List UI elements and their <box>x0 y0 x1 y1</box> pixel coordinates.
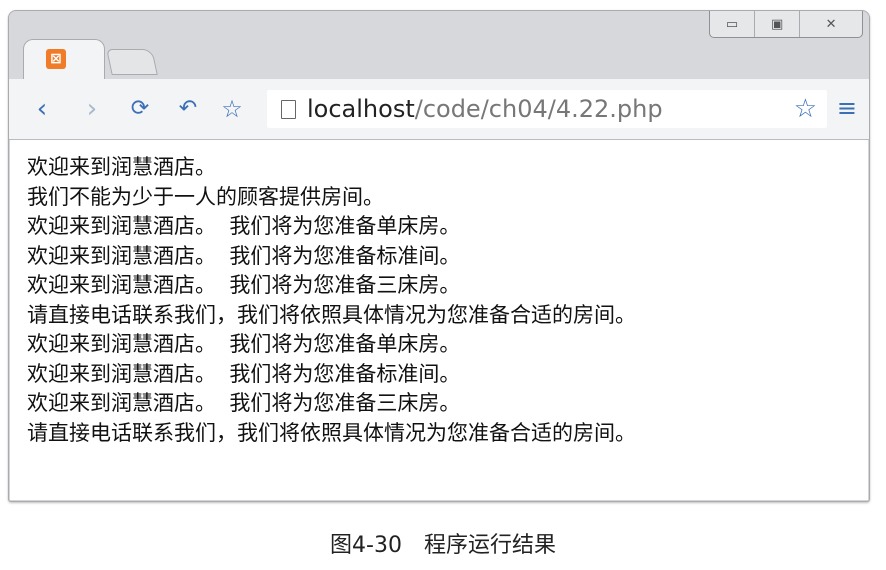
output-line: 请直接电话联系我们，我们将依照具体情况为您准备合适的房间。 <box>27 302 636 327</box>
address-bar[interactable]: localhost/code/ch04/4.22.php ☆ <box>267 90 827 128</box>
address-path: /code/ch04/4.22.php <box>414 95 663 123</box>
minimize-icon[interactable]: ▭ <box>710 11 756 37</box>
page-icon <box>281 100 296 119</box>
new-tab-button[interactable] <box>106 49 158 75</box>
address-host: localhost <box>307 95 415 123</box>
star-icon[interactable]: ☆ <box>217 93 247 125</box>
output-line: 欢迎来到润慧酒店。 我们将为您准备单床房。 <box>27 332 461 356</box>
maximize-icon[interactable]: ▣ <box>755 11 801 37</box>
forward-icon[interactable]: › <box>77 93 107 125</box>
address-url[interactable]: localhost/code/ch04/4.22.php <box>307 93 663 125</box>
output-line: 欢迎来到润慧酒店。 我们将为您准备三床房。 <box>27 273 461 297</box>
reload-icon[interactable]: ⟳ <box>125 93 155 125</box>
menu-icon[interactable]: ≡ <box>837 94 857 122</box>
undo-icon[interactable]: ↶ <box>173 93 203 125</box>
output-line: 请直接电话联系我们，我们将依照具体情况为您准备合适的房间。 <box>27 420 636 445</box>
output-line: 我们不能为少于一人的顾客提供房间。 <box>27 184 384 209</box>
title-bar: ⊠ ▭ ▣ ✕ <box>9 11 869 80</box>
bookmark-star-icon[interactable]: ☆ <box>794 94 817 124</box>
browser-window: ⊠ ▭ ▣ ✕ ‹ › ⟳ ↶ ☆ localhost/code/ch04/4.… <box>8 10 870 502</box>
back-icon[interactable]: ‹ <box>27 93 57 125</box>
output-line: 欢迎来到润慧酒店。 我们将为您准备三床房。 <box>27 391 461 415</box>
output-line: 欢迎来到润慧酒店。 我们将为您准备标准间。 <box>27 243 461 268</box>
output-line: 欢迎来到润慧酒店。 <box>27 155 216 179</box>
xampp-favicon-icon: ⊠ <box>46 49 66 69</box>
toolbar: ‹ › ⟳ ↶ ☆ localhost/code/ch04/4.22.php ☆… <box>9 79 869 140</box>
window-controls: ▭ ▣ ✕ <box>709 11 863 38</box>
output-line: 欢迎来到润慧酒店。 我们将为您准备单床房。 <box>27 214 461 238</box>
tab-active[interactable]: ⊠ <box>23 39 105 80</box>
figure-caption: 图4-30 程序运行结果 <box>330 533 556 558</box>
close-icon[interactable]: ✕ <box>800 11 862 37</box>
output-line: 欢迎来到润慧酒店。 我们将为您准备标准间。 <box>27 361 461 386</box>
page-content: 欢迎来到润慧酒店。 我们不能为少于一人的顾客提供房间。 欢迎来到润慧酒店。 我们… <box>10 140 868 500</box>
